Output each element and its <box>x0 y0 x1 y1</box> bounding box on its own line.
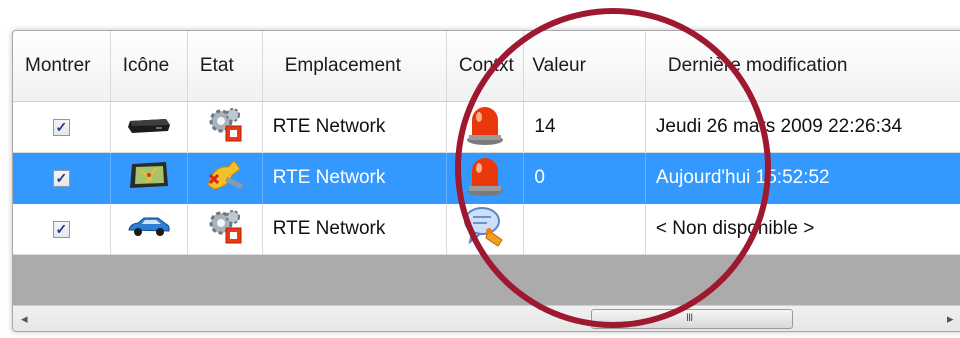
modified-cell: Aujourd'hui 15:52:52 <box>645 152 960 204</box>
device-icon-cell <box>110 101 188 153</box>
col-header-montrer[interactable]: Montrer <box>13 31 111 102</box>
location-cell: RTE Network <box>262 203 447 255</box>
show-cell: ✓ <box>13 101 111 153</box>
show-checkbox[interactable]: ✓ <box>52 221 70 238</box>
state-icon-cell <box>187 203 263 255</box>
col-header-valeur[interactable]: Valeur <box>523 31 646 102</box>
data-grid-panel: Montrer Icône Etat Emplacement Contxt Va… <box>12 30 960 332</box>
gps-screen-icon <box>126 160 172 196</box>
scroll-right-icon[interactable]: ▸ <box>947 311 954 327</box>
show-checkbox[interactable]: ✓ <box>52 170 70 187</box>
context-cell <box>446 101 525 153</box>
value-cell <box>523 203 646 255</box>
horizontal-scrollbar[interactable]: ◂ III ▸ <box>13 305 960 331</box>
black-device-icon <box>126 113 172 141</box>
chat-hand-icon <box>462 204 508 254</box>
gears-red-icon <box>206 207 244 251</box>
modified-cell: < Non disponible > <box>645 203 960 255</box>
col-header-emplacement[interactable]: Emplacement <box>262 31 447 102</box>
show-cell: ✓ <box>13 152 111 204</box>
scroll-left-icon[interactable]: ◂ <box>21 311 28 327</box>
context-cell <box>446 203 525 255</box>
device-icon-cell <box>110 203 188 255</box>
data-grid: Montrer Icône Etat Emplacement Contxt Va… <box>13 31 960 255</box>
table-row[interactable]: ✓ RTE Network 0 Aujourd'hui 15:52:52 <box>13 152 960 204</box>
broken-connection-icon <box>204 157 246 199</box>
red-alarm-light-icon <box>463 153 507 203</box>
show-cell: ✓ <box>13 203 111 255</box>
gears-red-icon <box>206 105 244 149</box>
device-icon-cell <box>110 152 188 204</box>
context-cell <box>446 152 525 204</box>
header-row: Montrer Icône Etat Emplacement Contxt Va… <box>13 31 960 102</box>
grip-icon: III <box>686 312 693 324</box>
scroll-thumb[interactable]: III <box>591 309 793 329</box>
col-header-contxt[interactable]: Contxt <box>446 31 525 102</box>
show-checkbox[interactable]: ✓ <box>52 119 70 136</box>
col-header-etat[interactable]: Etat <box>187 31 263 102</box>
value-cell: 14 <box>523 101 646 153</box>
table-row[interactable]: ✓ RTE Network < Non disponible > <box>13 203 960 255</box>
location-cell: RTE Network <box>262 101 447 153</box>
table-row[interactable]: ✓ RTE Network 14 Jeudi 26 mars 2009 22:2… <box>13 101 960 153</box>
red-alarm-light-icon <box>463 102 507 152</box>
col-header-icone[interactable]: Icône <box>110 31 188 102</box>
col-header-derniere-modification[interactable]: Dernière modification <box>645 31 960 102</box>
location-cell: RTE Network <box>262 152 447 204</box>
modified-cell: Jeudi 26 mars 2009 22:26:34 <box>645 101 960 153</box>
state-icon-cell <box>187 101 263 153</box>
state-icon-cell <box>187 152 263 204</box>
value-cell: 0 <box>523 152 646 204</box>
blue-car-icon <box>126 214 172 244</box>
